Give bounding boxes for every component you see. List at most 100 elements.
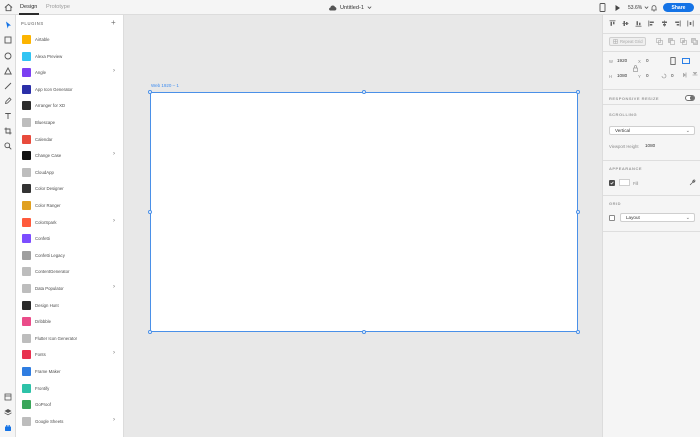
plugin-name: CloudApp (35, 169, 54, 175)
play-button[interactable] (614, 3, 621, 12)
plugin-item[interactable]: Google Sheets › (16, 414, 123, 431)
page-portrait-icon[interactable] (670, 57, 676, 65)
flip-vertical-icon[interactable] (692, 72, 698, 78)
select-tool[interactable] (3, 20, 13, 30)
plugin-icon (22, 416, 31, 426)
tab-design[interactable]: Design (20, 4, 37, 10)
artboard-icon (4, 127, 12, 135)
plugin-icon (22, 367, 31, 376)
tab-prototype[interactable]: Prototype (46, 4, 70, 10)
home-icon[interactable] (4, 3, 13, 12)
plugin-icon (22, 250, 31, 260)
ellipse-tool[interactable] (3, 51, 13, 61)
y-field[interactable]: 0 (646, 73, 649, 78)
plugin-name: ContentGenerator (35, 269, 70, 275)
plugin-item[interactable]: Confetti (16, 231, 123, 248)
plugin-item[interactable]: Alexa Preview (16, 49, 123, 66)
cloud-icon (329, 5, 337, 10)
plugin-item[interactable]: Data Populator › (16, 281, 123, 298)
resize-handle-top-right[interactable] (576, 90, 580, 94)
plugin-item[interactable]: ColorSpark › (16, 215, 123, 232)
document-assets-button[interactable] (3, 392, 13, 402)
align-top-icon[interactable] (609, 20, 616, 27)
plugin-item[interactable]: App Icon Generator (16, 82, 123, 99)
grid-checkbox[interactable] (609, 215, 615, 221)
x-field[interactable]: 0 (646, 58, 649, 63)
fill-checkbox[interactable] (609, 180, 615, 186)
polygon-tool[interactable] (3, 66, 13, 76)
line-tool[interactable] (3, 81, 13, 91)
resize-handle-right[interactable] (576, 210, 580, 214)
boolean-add-icon[interactable] (656, 38, 663, 45)
width-field[interactable]: 1920 (617, 58, 627, 63)
chevron-down-icon: ⌄ (685, 128, 690, 134)
plugin-item[interactable]: Dribbble (16, 314, 123, 331)
lock-aspect-icon[interactable] (633, 65, 638, 72)
page-landscape-icon[interactable] (682, 58, 690, 64)
notifications-button[interactable] (650, 3, 658, 12)
pen-tool[interactable] (3, 96, 13, 106)
plugin-item[interactable]: ContentGenerator (16, 264, 123, 281)
plugin-item[interactable]: Color Ranger (16, 198, 123, 215)
resize-handle-bottom[interactable] (362, 330, 366, 334)
layers-button[interactable] (3, 407, 13, 417)
align-right-icon[interactable] (674, 20, 681, 27)
plugin-item[interactable]: Frontify (16, 381, 123, 398)
flip-horizontal-icon[interactable] (683, 72, 689, 78)
artboard-label[interactable]: Web 1920 – 1 (151, 83, 179, 88)
plugin-item[interactable]: Fonts › (16, 347, 123, 364)
align-bottom-icon[interactable] (635, 20, 642, 27)
plugin-item[interactable]: Flutter Icon Generator (16, 331, 123, 348)
document-title-area[interactable]: Untitled-1 (328, 3, 372, 12)
plugin-item[interactable]: Frame Maker (16, 364, 123, 381)
plugin-icon (22, 234, 31, 244)
plugin-item[interactable]: Confetti Legacy (16, 248, 123, 265)
height-field[interactable]: 1080 (617, 73, 627, 78)
rotation-field[interactable]: 0 (671, 73, 674, 78)
align-center-icon[interactable] (661, 20, 668, 27)
plugin-item[interactable]: CloudApp (16, 165, 123, 182)
plugin-item[interactable]: Calendar (16, 132, 123, 149)
chevron-right-icon: › (113, 151, 115, 158)
align-left-icon[interactable] (648, 20, 655, 27)
plugin-item[interactable]: Color Designer (16, 181, 123, 198)
responsive-resize-toggle[interactable] (685, 95, 695, 101)
text-tool[interactable] (3, 111, 13, 121)
scrolling-dropdown[interactable]: Vertical ⌄ (609, 126, 695, 135)
plugin-item[interactable]: Design Hunt (16, 298, 123, 315)
share-button[interactable]: Share (663, 3, 694, 12)
distribute-icon[interactable] (687, 20, 694, 27)
plugin-name: Confetti (35, 236, 50, 242)
zoom-control[interactable]: 53.6% (628, 3, 649, 12)
plugin-name: Angle (35, 70, 46, 76)
viewport-height-field[interactable]: 1080 (645, 143, 655, 148)
fill-color-swatch[interactable] (619, 179, 630, 186)
device-preview-button[interactable] (599, 3, 606, 12)
plugin-item[interactable]: Airtable (16, 32, 123, 49)
plugin-item[interactable]: Change Case › (16, 148, 123, 165)
resize-handle-bottom-left[interactable] (148, 330, 152, 334)
canvas[interactable]: Web 1920 – 1 (124, 15, 602, 437)
boolean-intersect-icon[interactable] (680, 38, 687, 45)
grid-type-dropdown[interactable]: Layout ⌄ (620, 213, 695, 222)
zoom-tool[interactable] (3, 141, 13, 151)
resize-handle-top[interactable] (362, 90, 366, 94)
rectangle-tool[interactable] (3, 35, 13, 45)
boolean-subtract-icon[interactable] (668, 38, 675, 45)
plugin-item[interactable]: Bluescape (16, 115, 123, 132)
repeat-grid-button[interactable]: Repeat Grid (609, 37, 646, 46)
plugin-item[interactable]: Arranger for XD (16, 98, 123, 115)
resize-handle-bottom-right[interactable] (576, 330, 580, 334)
plugin-item[interactable]: GoProof (16, 397, 123, 414)
add-plugin-button[interactable]: + (111, 18, 116, 27)
resize-handle-left[interactable] (148, 210, 152, 214)
plugins-button[interactable] (3, 423, 13, 433)
eyedropper-icon[interactable] (689, 179, 696, 186)
resize-handle-top-left[interactable] (148, 90, 152, 94)
artboard-tool[interactable] (3, 126, 13, 136)
artboard[interactable] (150, 92, 578, 332)
align-middle-icon[interactable] (622, 20, 629, 27)
scrolling-value: Vertical (615, 128, 631, 133)
boolean-exclude-icon[interactable] (691, 38, 698, 45)
plugin-item[interactable]: Angle › (16, 65, 123, 82)
